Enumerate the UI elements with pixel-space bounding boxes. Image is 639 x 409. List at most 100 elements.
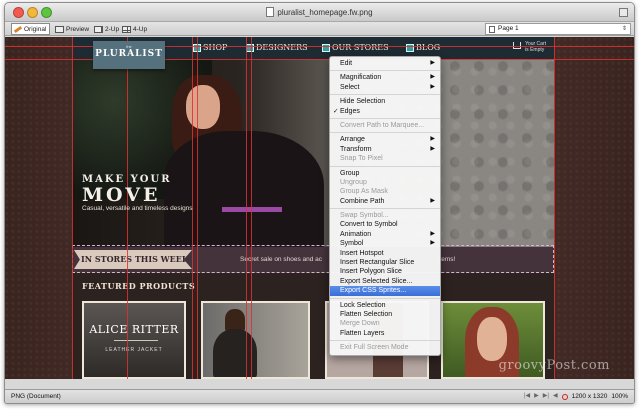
zoom-level[interactable]: 100% xyxy=(611,390,628,403)
menu-separator xyxy=(330,94,440,96)
menu-item-hide-selection[interactable]: Hide Selection xyxy=(330,97,440,106)
menu-item-insert-rectangular-slice[interactable]: Insert Rectangular Slice xyxy=(330,258,440,267)
menu-item-convert-path-to-marquee: Convert Path to Marquee... xyxy=(330,121,440,130)
menu-item-export-css-sprites[interactable]: Export CSS Sprites... xyxy=(330,286,440,296)
menu-item-label: Hide Selection xyxy=(340,98,386,106)
hero-line-2: MOVE xyxy=(82,184,161,206)
hotspot-icon xyxy=(322,43,330,52)
nav-our-stores[interactable]: OUR STORES xyxy=(322,43,389,52)
menu-item-arrange[interactable]: Arrange ▶ xyxy=(330,135,440,144)
window-title-text: pluralist_homepage.fw.png xyxy=(277,8,373,17)
menu-item-flatten-selection[interactable]: Flatten Selection xyxy=(330,310,440,319)
document-canvas[interactable]: SHOP DESIGNERS OUR STORES BLOG Your Cart xyxy=(5,37,634,379)
featured-products-heading: FEATURED PRODUCTS xyxy=(82,281,196,291)
menu-item-group-as-mask: Group As Mask xyxy=(330,187,440,196)
menu-item-label: Exit Full Screen Mode xyxy=(340,344,409,352)
guide-vertical[interactable] xyxy=(554,37,555,379)
menu-separator xyxy=(330,297,440,299)
checkmark-icon: ✓ xyxy=(333,107,339,115)
menu-item-label: Insert Rectangular Slice xyxy=(340,259,415,267)
menu-item-edges[interactable]: ✓ Edges xyxy=(330,107,440,116)
hotspot-icon xyxy=(246,43,254,52)
nav-shop[interactable]: SHOP xyxy=(193,43,227,52)
menu-item-insert-polygon-slice[interactable]: Insert Polygon Slice xyxy=(330,267,440,276)
tab-original[interactable]: Original xyxy=(11,23,51,35)
cart-status[interactable]: Your Cart is Empty xyxy=(513,41,546,53)
menu-separator xyxy=(330,165,440,167)
guide-vertical[interactable] xyxy=(246,37,247,379)
menu-item-export-selected-slice[interactable]: Export Selected Slice... xyxy=(330,277,440,286)
previous-frame-icon[interactable]: ◀ xyxy=(553,390,558,403)
window-title: pluralist_homepage.fw.png xyxy=(5,7,634,17)
menu-item-edit[interactable]: Edit ▶ xyxy=(330,59,440,68)
submenu-arrow-icon: ▶ xyxy=(430,74,435,81)
page-select[interactable]: Page 1 ⇕ xyxy=(485,23,631,35)
menu-item-transform[interactable]: Transform ▶ xyxy=(330,145,440,154)
menu-item-label: Edit xyxy=(340,60,353,67)
menu-item-animation[interactable]: Animation ▶ xyxy=(330,230,440,239)
menu-item-magnification[interactable]: Magnification ▶ xyxy=(330,73,440,82)
nav-blog-label: BLOG xyxy=(416,43,441,52)
tab-4-up-label: 4-Up xyxy=(133,25,148,33)
nav-our-stores-label: OUR STORES xyxy=(332,43,389,52)
preview-icon xyxy=(55,25,64,33)
ornament-divider xyxy=(114,340,158,341)
submenu-arrow-icon: ▶ xyxy=(430,60,435,66)
menu-item-label: Export CSS Sprites... xyxy=(340,287,407,295)
tab-original-label: Original xyxy=(24,25,47,33)
guide-vertical[interactable] xyxy=(251,37,252,379)
nav-designers[interactable]: DESIGNERS xyxy=(246,43,308,52)
guide-vertical[interactable] xyxy=(72,37,73,379)
hero-headline: MAKE YOUR MOVE Casual, versatile and tim… xyxy=(82,174,193,212)
menu-item-label: Insert Hotspot xyxy=(340,249,384,257)
nav-shop-label: SHOP xyxy=(203,43,228,52)
menu-separator xyxy=(330,208,440,210)
website-mockup: SHOP DESIGNERS OUR STORES BLOG Your Cart xyxy=(72,37,554,379)
status-controls: |◀ ▶ ▶| ◀ 1200 x 1320 100% xyxy=(524,390,628,403)
play-icon[interactable]: ▶ xyxy=(534,390,539,403)
menu-item-exit-full-screen-mode: Exit Full Screen Mode xyxy=(330,343,440,352)
menu-item-insert-hotspot[interactable]: Insert Hotspot xyxy=(330,249,440,258)
nav-designers-label: DESIGNERS xyxy=(256,43,308,52)
hero-tagline: Casual, versatile and timeless designs xyxy=(82,205,193,212)
menu-item-label: Export Selected Slice... xyxy=(340,277,413,285)
menu-item-combine-path[interactable]: Combine Path ▶ xyxy=(330,197,440,206)
menu-item-group[interactable]: Group xyxy=(330,169,440,178)
submenu-arrow-icon: ▶ xyxy=(430,145,435,152)
record-icon[interactable] xyxy=(561,393,568,400)
menu-item-label: Flatten Selection xyxy=(340,310,393,318)
product-model-head xyxy=(225,309,245,331)
page-icon xyxy=(489,26,495,33)
submenu-arrow-icon: ▶ xyxy=(430,136,435,143)
menu-item-label: Transform xyxy=(340,145,372,153)
two-up-icon xyxy=(94,25,103,33)
menu-item-flatten-layers[interactable]: Flatten Layers xyxy=(330,329,440,338)
menu-item-select[interactable]: Select ▶ xyxy=(330,83,440,92)
menu-item-label: Convert Path to Marquee... xyxy=(340,121,425,129)
nav-blog[interactable]: BLOG xyxy=(406,43,440,52)
tab-4-up[interactable]: 4-Up xyxy=(119,23,151,35)
next-frame-icon[interactable]: ▶| xyxy=(543,390,549,403)
menu-item-label: Symbol xyxy=(340,240,364,248)
menu-item-label: Animation xyxy=(340,230,372,238)
menu-item-ungroup: Ungroup xyxy=(330,178,440,187)
chevron-up-down-icon: ⇕ xyxy=(621,26,627,32)
tab-preview[interactable]: Preview xyxy=(52,23,93,35)
submenu-arrow-icon: ▶ xyxy=(430,240,435,247)
menu-item-label: Select xyxy=(340,83,360,91)
menu-item-label: Arrange xyxy=(340,136,365,144)
submenu-arrow-icon: ▶ xyxy=(430,83,435,90)
guide-vertical[interactable] xyxy=(197,37,198,379)
menu-item-label: Edges xyxy=(340,107,360,115)
slice-overlay[interactable] xyxy=(72,245,554,273)
fullscreen-icon[interactable] xyxy=(619,8,628,17)
first-frame-icon[interactable]: |◀ xyxy=(524,390,530,403)
menu-item-symbol[interactable]: Symbol ▶ xyxy=(330,239,440,248)
page-select-value: Page 1 xyxy=(498,25,519,32)
menu-item-lock-selection[interactable]: Lock Selection xyxy=(330,301,440,310)
menu-separator xyxy=(330,132,440,134)
menu-item-convert-to-symbol[interactable]: Convert to Symbol xyxy=(330,220,440,229)
canvas-dimensions: 1200 x 1320 xyxy=(571,393,608,400)
menu-item-label: Ungroup xyxy=(340,178,367,186)
status-bar: PNG (Document) |◀ ▶ ▶| ◀ 1200 x 1320 100… xyxy=(5,389,634,403)
